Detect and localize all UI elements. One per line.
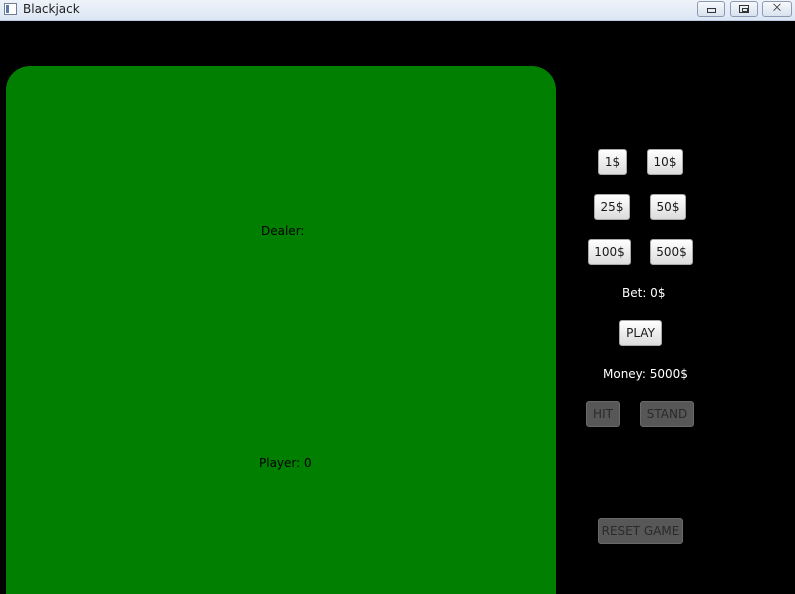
close-button[interactable]: ⨉ xyxy=(762,1,792,17)
chip-100-button[interactable]: 100$ xyxy=(588,239,631,265)
game-table: Dealer: Player: 0 xyxy=(6,66,556,594)
minimize-button[interactable] xyxy=(697,1,725,17)
chip-500-button[interactable]: 500$ xyxy=(650,239,693,265)
title-bar[interactable]: Blackjack ⨉ xyxy=(0,0,795,21)
restore-button[interactable] xyxy=(730,1,758,17)
chip-1-button[interactable]: 1$ xyxy=(598,149,627,175)
chip-50-button[interactable]: 50$ xyxy=(650,194,686,220)
player-label: Player: 0 xyxy=(259,456,312,470)
app-icon xyxy=(4,3,17,15)
hit-button[interactable]: HIT xyxy=(586,401,620,427)
minimize-icon xyxy=(706,8,716,13)
chip-25-button[interactable]: 25$ xyxy=(594,194,630,220)
money-amount: Money: 5000$ xyxy=(603,367,688,381)
restore-icon xyxy=(739,5,749,13)
play-button[interactable]: PLAY xyxy=(619,320,662,346)
blackjack-window: Blackjack ⨉ Dealer: Player: 0 1$ 10$ 25$… xyxy=(0,0,795,594)
close-icon: ⨉ xyxy=(773,3,781,14)
bet-amount: Bet: 0$ xyxy=(622,286,666,300)
window-title: Blackjack xyxy=(23,2,80,16)
dealer-label: Dealer: xyxy=(261,224,305,238)
stand-button[interactable]: STAND xyxy=(640,401,694,427)
reset-game-button[interactable]: RESET GAME xyxy=(598,518,683,544)
chip-10-button[interactable]: 10$ xyxy=(647,149,683,175)
